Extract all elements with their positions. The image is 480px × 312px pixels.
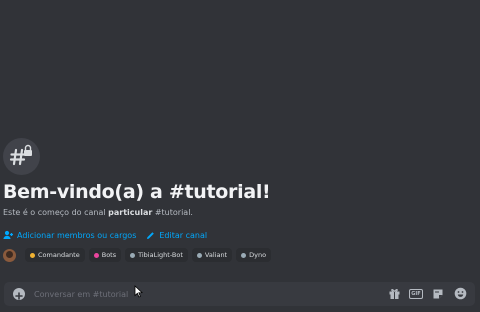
add-member-icon bbox=[3, 230, 13, 240]
welcome-desc-prefix: Este é o começo do canal bbox=[3, 208, 109, 217]
gift-icon bbox=[388, 285, 401, 304]
welcome-desc-strong: particular bbox=[108, 208, 153, 217]
gift-button[interactable] bbox=[387, 287, 401, 301]
role-label: Bots bbox=[101, 251, 117, 259]
role-pill[interactable]: Valiant bbox=[191, 248, 233, 262]
message-composer: GIF bbox=[4, 282, 475, 306]
smiley-icon bbox=[454, 285, 467, 304]
role-color-dot bbox=[93, 252, 99, 258]
add-members-button[interactable]: Adicionar membros ou cargos bbox=[3, 230, 136, 240]
avatar[interactable] bbox=[3, 248, 16, 262]
welcome-actions: Adicionar membros ou cargos Editar canal bbox=[3, 230, 477, 240]
private-channel-icon bbox=[3, 138, 40, 175]
role-pill[interactable]: Comandante bbox=[25, 248, 85, 262]
role-label: Comandante bbox=[38, 251, 80, 259]
role-label: TibiaLight-Bot bbox=[138, 251, 183, 259]
welcome-desc-suffix: #tutorial. bbox=[152, 208, 193, 217]
edit-channel-button[interactable]: Editar canal bbox=[146, 231, 207, 240]
welcome-title: Bem-vindo(a) a #tutorial! bbox=[3, 181, 271, 203]
role-color-dot bbox=[130, 252, 136, 258]
role-color-dot bbox=[241, 252, 247, 258]
role-pill[interactable]: TibiaLight-Bot bbox=[125, 248, 188, 262]
sticker-button[interactable] bbox=[431, 287, 445, 301]
channel-roles: Comandante Bots TibiaLight-Bot Valiant D… bbox=[3, 248, 477, 262]
welcome-description: Este é o começo do canal particular #tut… bbox=[3, 207, 477, 219]
gif-button[interactable]: GIF bbox=[409, 287, 423, 301]
role-label: Dyno bbox=[249, 251, 267, 259]
gif-icon: GIF bbox=[409, 289, 423, 299]
edit-channel-label: Editar canal bbox=[159, 230, 208, 240]
role-color-dot bbox=[30, 252, 35, 258]
role-pill[interactable]: Dyno bbox=[236, 248, 272, 262]
sticker-icon bbox=[432, 285, 444, 304]
upload-button[interactable] bbox=[13, 288, 25, 300]
channel-welcome: Bem-vindo(a) a #tutorial! Este é o começ… bbox=[3, 138, 477, 262]
add-members-label: Adicionar membros ou cargos bbox=[17, 230, 137, 240]
role-pill[interactable]: Bots bbox=[88, 248, 122, 262]
composer-tools: GIF bbox=[387, 287, 467, 301]
role-label: Valiant bbox=[204, 251, 228, 259]
message-input[interactable] bbox=[34, 286, 374, 302]
plus-icon bbox=[15, 285, 23, 304]
emoji-button[interactable] bbox=[453, 287, 467, 301]
pencil-icon bbox=[146, 231, 155, 240]
role-color-dot bbox=[196, 252, 202, 258]
